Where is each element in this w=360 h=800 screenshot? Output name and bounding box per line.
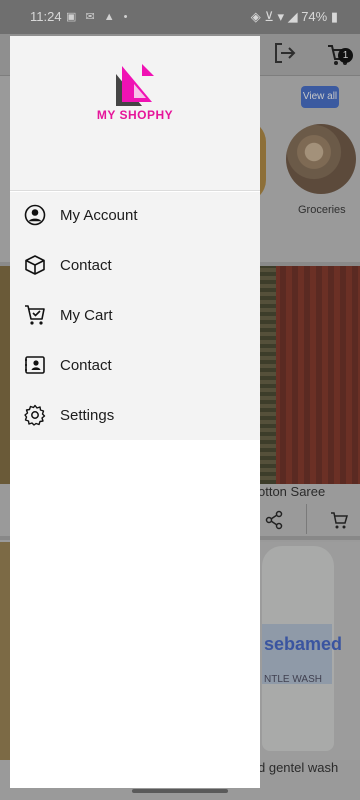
contact-card-icon [25, 356, 45, 374]
logo-text: MY SHOPHY [96, 108, 174, 122]
menu-item-label: My Cart [60, 307, 113, 324]
menu-item-my-account[interactable]: My Account [10, 192, 260, 240]
notification-icons: ▣ ✉ ▲ • [66, 11, 131, 23]
menu-item-my-cart[interactable]: My Cart [10, 292, 260, 340]
status-time: 11:24 [30, 9, 62, 24]
navigation-drawer: MY SHOPHY My Account Contact My Cart Con… [10, 36, 260, 788]
drawer-menu: My Account Contact My Cart Contact Setti… [10, 192, 260, 440]
bottle-subtitle: NTLE WASH [264, 674, 322, 685]
menu-item-contact[interactable]: Contact [10, 242, 260, 290]
menu-item-settings[interactable]: Settings [10, 392, 260, 440]
gear-icon [24, 404, 46, 426]
groceries-image [286, 124, 356, 194]
product-image-left [0, 266, 10, 484]
menu-item-label: My Account [60, 207, 138, 224]
add-to-cart-icon [331, 512, 348, 529]
drawer-header: MY SHOPHY [10, 36, 260, 191]
status-right: ◈ ⊻ ▾ ◢ 74% ▮ [250, 9, 338, 24]
menu-item-label: Contact [60, 357, 112, 374]
menu-item-label: Settings [60, 407, 115, 424]
product-name: d gentel wash [258, 760, 339, 775]
gesture-nav-bar[interactable] [132, 789, 228, 793]
product-image-left-2 [0, 542, 10, 760]
menu-item-label: Contact [60, 257, 112, 274]
box-icon [25, 255, 45, 275]
menu-item-contact-card[interactable]: Contact [10, 342, 260, 390]
action-separator [306, 504, 307, 534]
cart-count-badge: 1 [338, 48, 353, 63]
status-bar: 11:24 ▣ ✉ ▲ • ◈ ⊻ ▾ ◢ 74% ▮ [0, 0, 360, 34]
share-icon [265, 510, 283, 530]
cart-check-icon [25, 305, 45, 325]
bottle-brand: sebamed [264, 634, 343, 654]
groceries-label: Groceries [298, 204, 346, 216]
product-name: otton Saree [258, 484, 326, 499]
account-circle-icon [24, 204, 46, 226]
logout-icon [275, 43, 296, 63]
view-all-button: View all [301, 86, 339, 108]
my-shophy-logo-icon [116, 64, 154, 106]
